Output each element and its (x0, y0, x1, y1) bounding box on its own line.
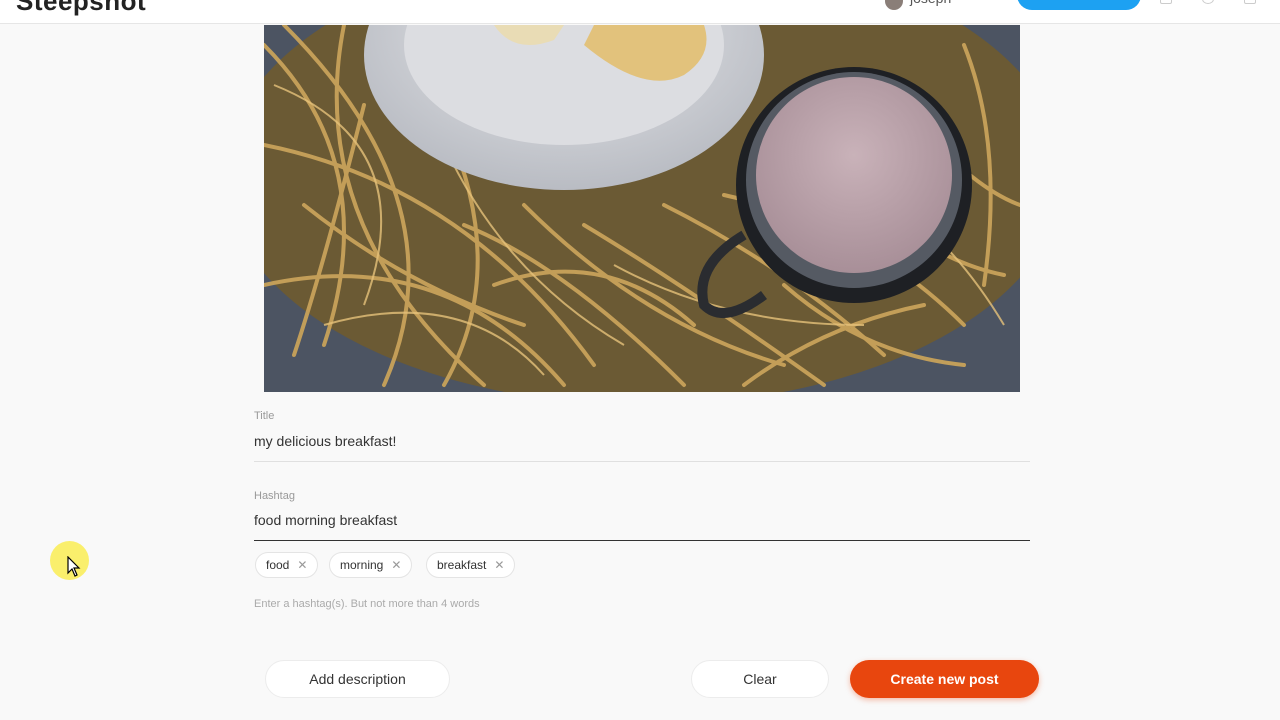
hashtag-chip: breakfast ✕ (426, 552, 516, 578)
remove-tag-icon[interactable]: ✕ (391, 558, 401, 572)
settings-icon[interactable] (1202, 0, 1214, 4)
hashtag-chip: food ✕ (255, 552, 319, 578)
user-name[interactable]: joseph (910, 0, 951, 6)
hashtag-chip-label: food (266, 558, 290, 572)
title-input[interactable]: my delicious breakfast! (254, 433, 396, 449)
create-post-button[interactable]: Create new post (850, 660, 1039, 698)
top-action-button[interactable] (1017, 0, 1141, 10)
breakfast-photo (264, 25, 1020, 392)
hashtag-chip: morning ✕ (329, 552, 413, 578)
mouse-cursor-icon (67, 556, 81, 577)
user-avatar[interactable] (885, 0, 903, 10)
top-navigation-bar: Steepshot joseph (0, 0, 1280, 24)
title-label: Title (254, 410, 275, 422)
app-logo[interactable]: Steepshot (16, 0, 146, 17)
hashtag-hint: Enter a hashtag(s). But not more than 4 … (254, 598, 480, 610)
hashtag-label: Hashtag (254, 490, 295, 502)
clear-button[interactable]: Clear (691, 660, 829, 698)
hashtag-chip-label: breakfast (437, 558, 487, 572)
hashtag-input[interactable]: food morning breakfast (254, 512, 397, 528)
post-photo-preview (264, 25, 1020, 392)
hashtag-underline (254, 540, 1030, 541)
hashtag-chip-label: morning (340, 558, 384, 572)
title-underline (254, 461, 1030, 462)
feed-icon[interactable] (1160, 0, 1172, 4)
logout-icon[interactable] (1244, 0, 1256, 4)
remove-tag-icon[interactable]: ✕ (297, 558, 307, 572)
remove-tag-icon[interactable]: ✕ (494, 558, 504, 572)
add-description-button[interactable]: Add description (265, 660, 450, 698)
